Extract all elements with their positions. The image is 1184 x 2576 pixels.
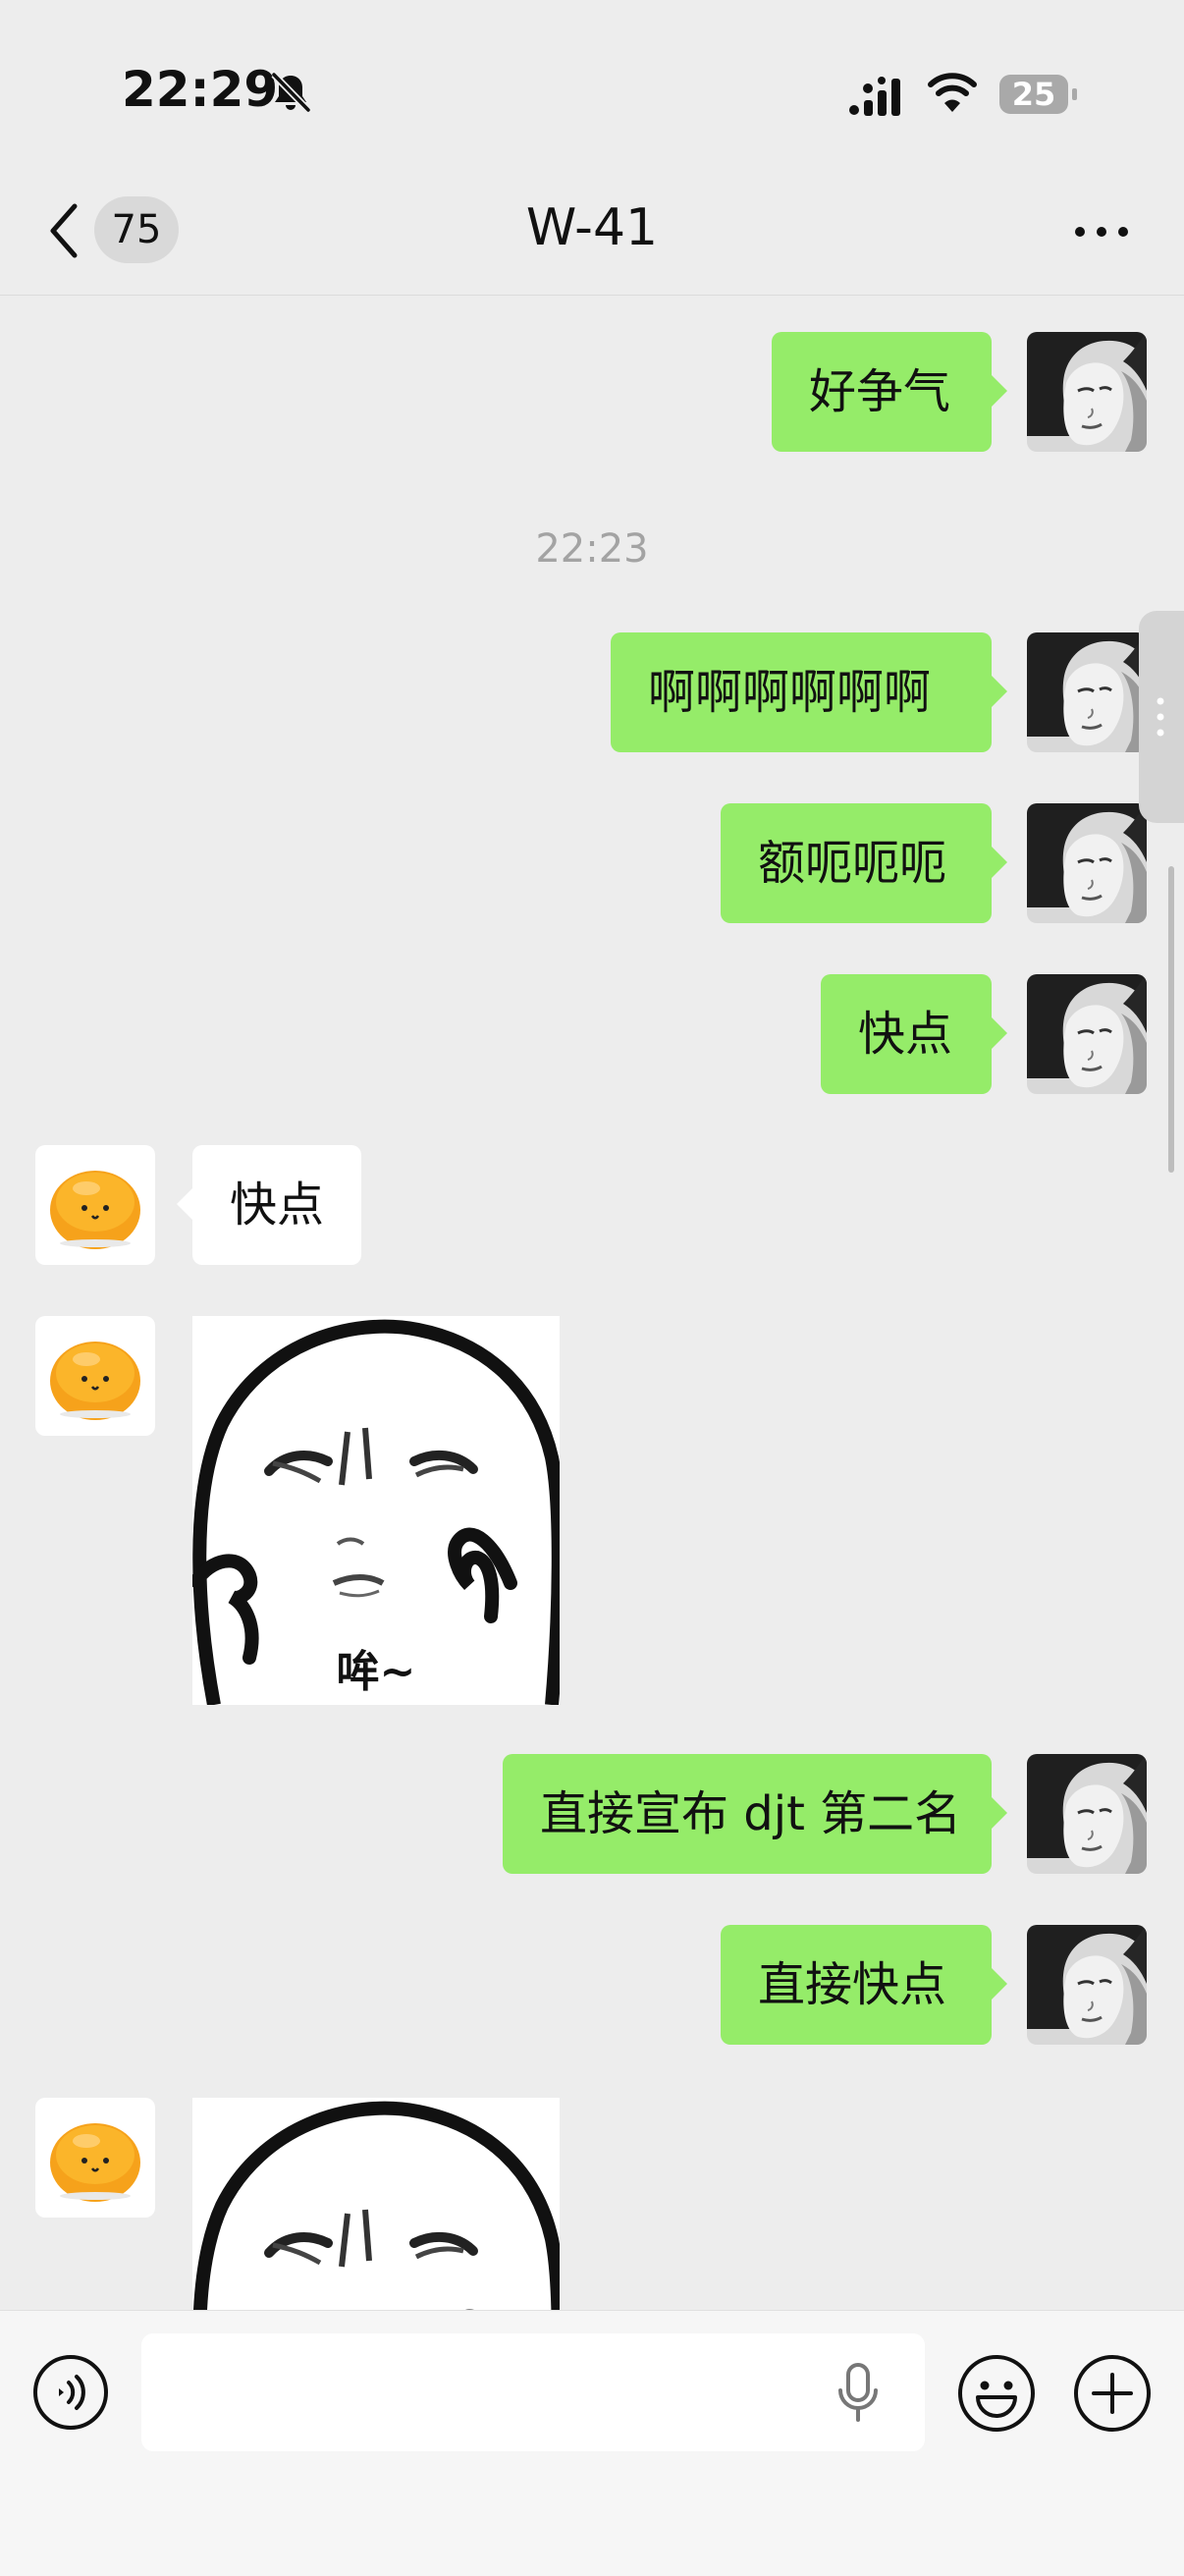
sticker-face-image [192,2098,560,2310]
message-bubble-incoming[interactable]: 快点 [177,1145,361,1265]
battery-level: 25 [1011,76,1056,113]
message-text: 快点 [230,1178,325,1233]
message-text: 啊啊啊啊啊啊 [648,665,932,720]
signal-icon [849,77,900,116]
mic-icon[interactable] [836,2363,880,2424]
contact-avatar[interactable] [35,1316,155,1436]
message-text: 直接快点 [758,1957,947,2012]
message-bubble-outgoing[interactable]: 直接快点 [721,1925,1007,2045]
message-text: 快点 [858,1007,953,1062]
sticker-image[interactable]: 哞~ [192,1316,560,1705]
my-avatar[interactable] [1027,1754,1147,1874]
emoji-icon[interactable] [956,2353,1037,2434]
battery-icon: 25 [999,75,1078,116]
my-avatar[interactable] [1027,332,1147,452]
message-text: 额呃呃呃 [758,836,947,891]
status-bar: 22:29 25 [0,0,1184,187]
message-input[interactable] [141,2333,925,2451]
contact-avatar[interactable] [35,2098,155,2218]
message-bubble-outgoing[interactable]: 直接宣布 djt 第二名 [503,1754,1007,1874]
my-avatar[interactable] [1027,632,1147,752]
sticker-caption: 哞~ [336,1647,416,1697]
my-avatar[interactable] [1027,803,1147,923]
voice-icon[interactable] [31,2353,110,2432]
message-text: 好争气 [809,364,951,419]
message-bubble-outgoing[interactable]: 额呃呃呃 [721,803,1007,923]
my-avatar[interactable] [1027,1925,1147,2045]
message-text: 直接宣布 djt 第二名 [540,1786,962,1841]
message-bubble-outgoing[interactable]: 好争气 [772,332,1007,452]
contact-avatar[interactable] [35,1145,155,1265]
side-drawer-handle[interactable] [1139,611,1184,823]
bell-off-icon [271,72,311,113]
message-bubble-outgoing[interactable]: 啊啊啊啊啊啊 [611,632,1007,752]
chat-timestamp: 22:23 [535,526,649,572]
sticker-image[interactable] [192,2098,560,2310]
status-time: 22:29 [122,61,279,118]
chat-title: W-41 [525,198,659,257]
my-avatar[interactable] [1027,974,1147,1094]
more-icon[interactable] [1072,222,1131,242]
plus-icon[interactable] [1072,2353,1153,2434]
message-bubble-outgoing[interactable]: 快点 [821,974,1007,1094]
scrollbar[interactable] [1168,866,1174,1173]
wifi-icon [928,73,977,112]
